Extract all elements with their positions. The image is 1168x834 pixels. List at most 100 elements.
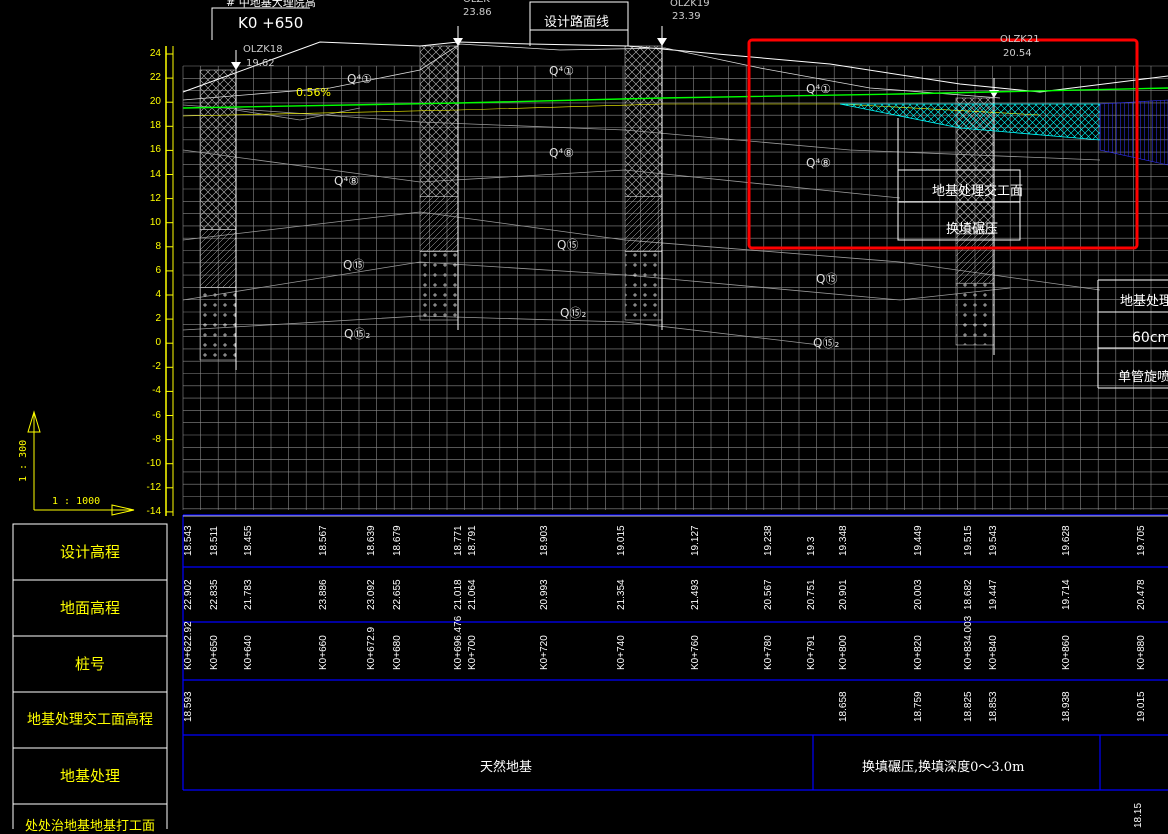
y-tick-label: -4 (152, 385, 161, 397)
borehole-hatch (419, 251, 459, 321)
soil-label: Q⑮₂ (560, 306, 587, 320)
ground-elev-cell: 19.447 (988, 579, 999, 610)
right-box-label-2: 60cm (1132, 330, 1168, 346)
borehole-id-1: OLZK18 (243, 44, 283, 55)
soil-label: Q⁴① (549, 64, 575, 78)
design-elev-cell: 19.705 (1136, 525, 1147, 556)
stratum-boundary (182, 261, 1011, 301)
ground-elev-cell: 22.902 (183, 579, 194, 610)
slope-label: 0.56% (296, 86, 331, 99)
y-tick-label: 4 (155, 289, 161, 300)
y-tick-label: 6 (155, 264, 161, 276)
design-elev-cell: 19.543 (988, 525, 999, 556)
y-tick-label: 0 (155, 337, 161, 349)
row-label-bottom: 处处治地基地基打工面 (24, 819, 155, 834)
y-tick-label: -2 (152, 361, 161, 373)
station-cell: K0+700 (467, 635, 478, 670)
station-cell: K0+860 (1061, 635, 1072, 670)
station-cell: K0+780 (763, 635, 774, 670)
data-table-lines (12, 514, 1168, 829)
design-elev-cell: 18.567 (318, 525, 329, 556)
borehole-elev-3: 23.39 (672, 11, 701, 22)
ground-elev-cell: 18.682 (963, 579, 974, 610)
y-tick-label: 22 (149, 72, 161, 84)
station-cell: K0+740 (616, 635, 627, 670)
y-tick-label: 2 (155, 313, 161, 325)
design-elev-cell: 18.679 (392, 525, 403, 556)
horizontal-scale-label: 1 : 1000 (52, 496, 101, 507)
station-cell: K0+880 (1136, 635, 1147, 670)
station-cell: K0+672.9 (366, 626, 377, 670)
borehole-hatch (199, 229, 237, 288)
station-cell: K0+720 (539, 635, 550, 670)
right-box-label-3: 单管旋喷桩 (1118, 370, 1168, 385)
ground-elev-cell: 23.092 (366, 579, 377, 610)
ground-elev-cell: 22.655 (392, 579, 403, 610)
borehole-columns (199, 26, 999, 370)
design-elev-cell: 19.238 (763, 525, 774, 556)
treatment-elev-cell: 18.593 (183, 691, 194, 722)
station-cell: K0+622.92 (183, 621, 194, 670)
design-elev-cell: 19.127 (690, 525, 701, 556)
highlight-rectangle (747, 38, 1139, 250)
soil-label: Q⑮ (343, 258, 365, 272)
station-cell: K0+680 (392, 635, 403, 670)
design-elev-cell: 18.771 (453, 525, 464, 556)
borehole-id-2: OLZK- (463, 0, 492, 5)
design-elev-cell: 19.3 (806, 536, 817, 556)
stratum-boundary (182, 315, 821, 346)
vertical-scale-label: 1 : 300 (18, 439, 29, 482)
row-label-treatment-elev: 地基处理交工面高程 (27, 712, 153, 728)
ground-elev-cell: 21.354 (616, 579, 627, 610)
treatment-elev-cell: 19.015 (1136, 691, 1147, 722)
treatment-elev-cell: 18.825 (963, 691, 974, 722)
ground-elev-cell: 22.835 (209, 579, 220, 610)
design-elev-cell: 19.015 (616, 525, 627, 556)
y-tick-label: -6 (152, 409, 161, 421)
station-cell: K0+820 (913, 635, 924, 670)
station-title: K0 +650 (238, 14, 304, 32)
y-tick-label: 20 (149, 96, 161, 108)
borehole-hatch (955, 233, 995, 284)
right-box-label-1: 地基处理交 (1120, 294, 1168, 309)
ground-elev-cell: 20.901 (838, 579, 849, 610)
design-elev-cell: 18.511 (209, 526, 220, 556)
treatment-surface-label: 地基处理交工面 (932, 184, 1024, 199)
ground-elev-cell: 23.886 (318, 579, 329, 610)
ground-elev-cell: 21.018 (453, 579, 464, 610)
station-cell: K0+650 (209, 635, 220, 670)
treatment-elev-cell: 18.759 (913, 691, 924, 722)
soil-label: Q⁴⑧ (806, 156, 832, 170)
borehole-hatch (624, 196, 663, 252)
treatment-segment-natural: 天然地基 (480, 760, 533, 775)
treatment-elev-cell: 18.938 (1061, 691, 1072, 722)
design-elev-cell: 19.449 (913, 525, 924, 556)
soil-label: Q⁴① (347, 72, 373, 86)
ground-elev-cell: 21.783 (243, 579, 254, 610)
replace-fill-label: 换填碾压 (946, 222, 999, 237)
soil-label: Q⑮ (557, 238, 579, 252)
borehole-hatch (199, 69, 237, 230)
design-line-label: 设计路面线 (544, 15, 610, 30)
station-cell: K0+800 (838, 635, 849, 670)
y-tick-label: 18 (149, 120, 161, 132)
design-elev-cell: 18.791 (467, 525, 478, 556)
design-elev-cell: 18.455 (243, 525, 254, 556)
borehole-id-4: OLZK21 (1000, 34, 1040, 45)
station-cell: K0+791 (806, 635, 817, 670)
profile-lines (27, 1, 1168, 516)
treatment-segment-replace: 换填碾压,换填深度0～3.0m (862, 760, 1025, 775)
station-cell: K0+660 (318, 635, 329, 670)
bottom-value: 18.15 (1133, 802, 1144, 828)
water-level-icon (657, 38, 667, 46)
treatment-elev-cell: 18.658 (838, 691, 849, 722)
row-label-station: 桩号 (74, 655, 105, 673)
design-elev-cell: 19.515 (963, 525, 974, 556)
y-tick-label: 14 (149, 168, 161, 180)
borehole-elev-2: 23.86 (463, 7, 492, 18)
borehole-elev-1: 19.62 (246, 58, 275, 69)
ground-elev-cell: 20.478 (1136, 579, 1147, 610)
y-tick-label: 10 (149, 216, 161, 228)
station-cell: K0+696.476 (453, 615, 464, 670)
treatment-elev-cell: 18.853 (988, 691, 999, 722)
